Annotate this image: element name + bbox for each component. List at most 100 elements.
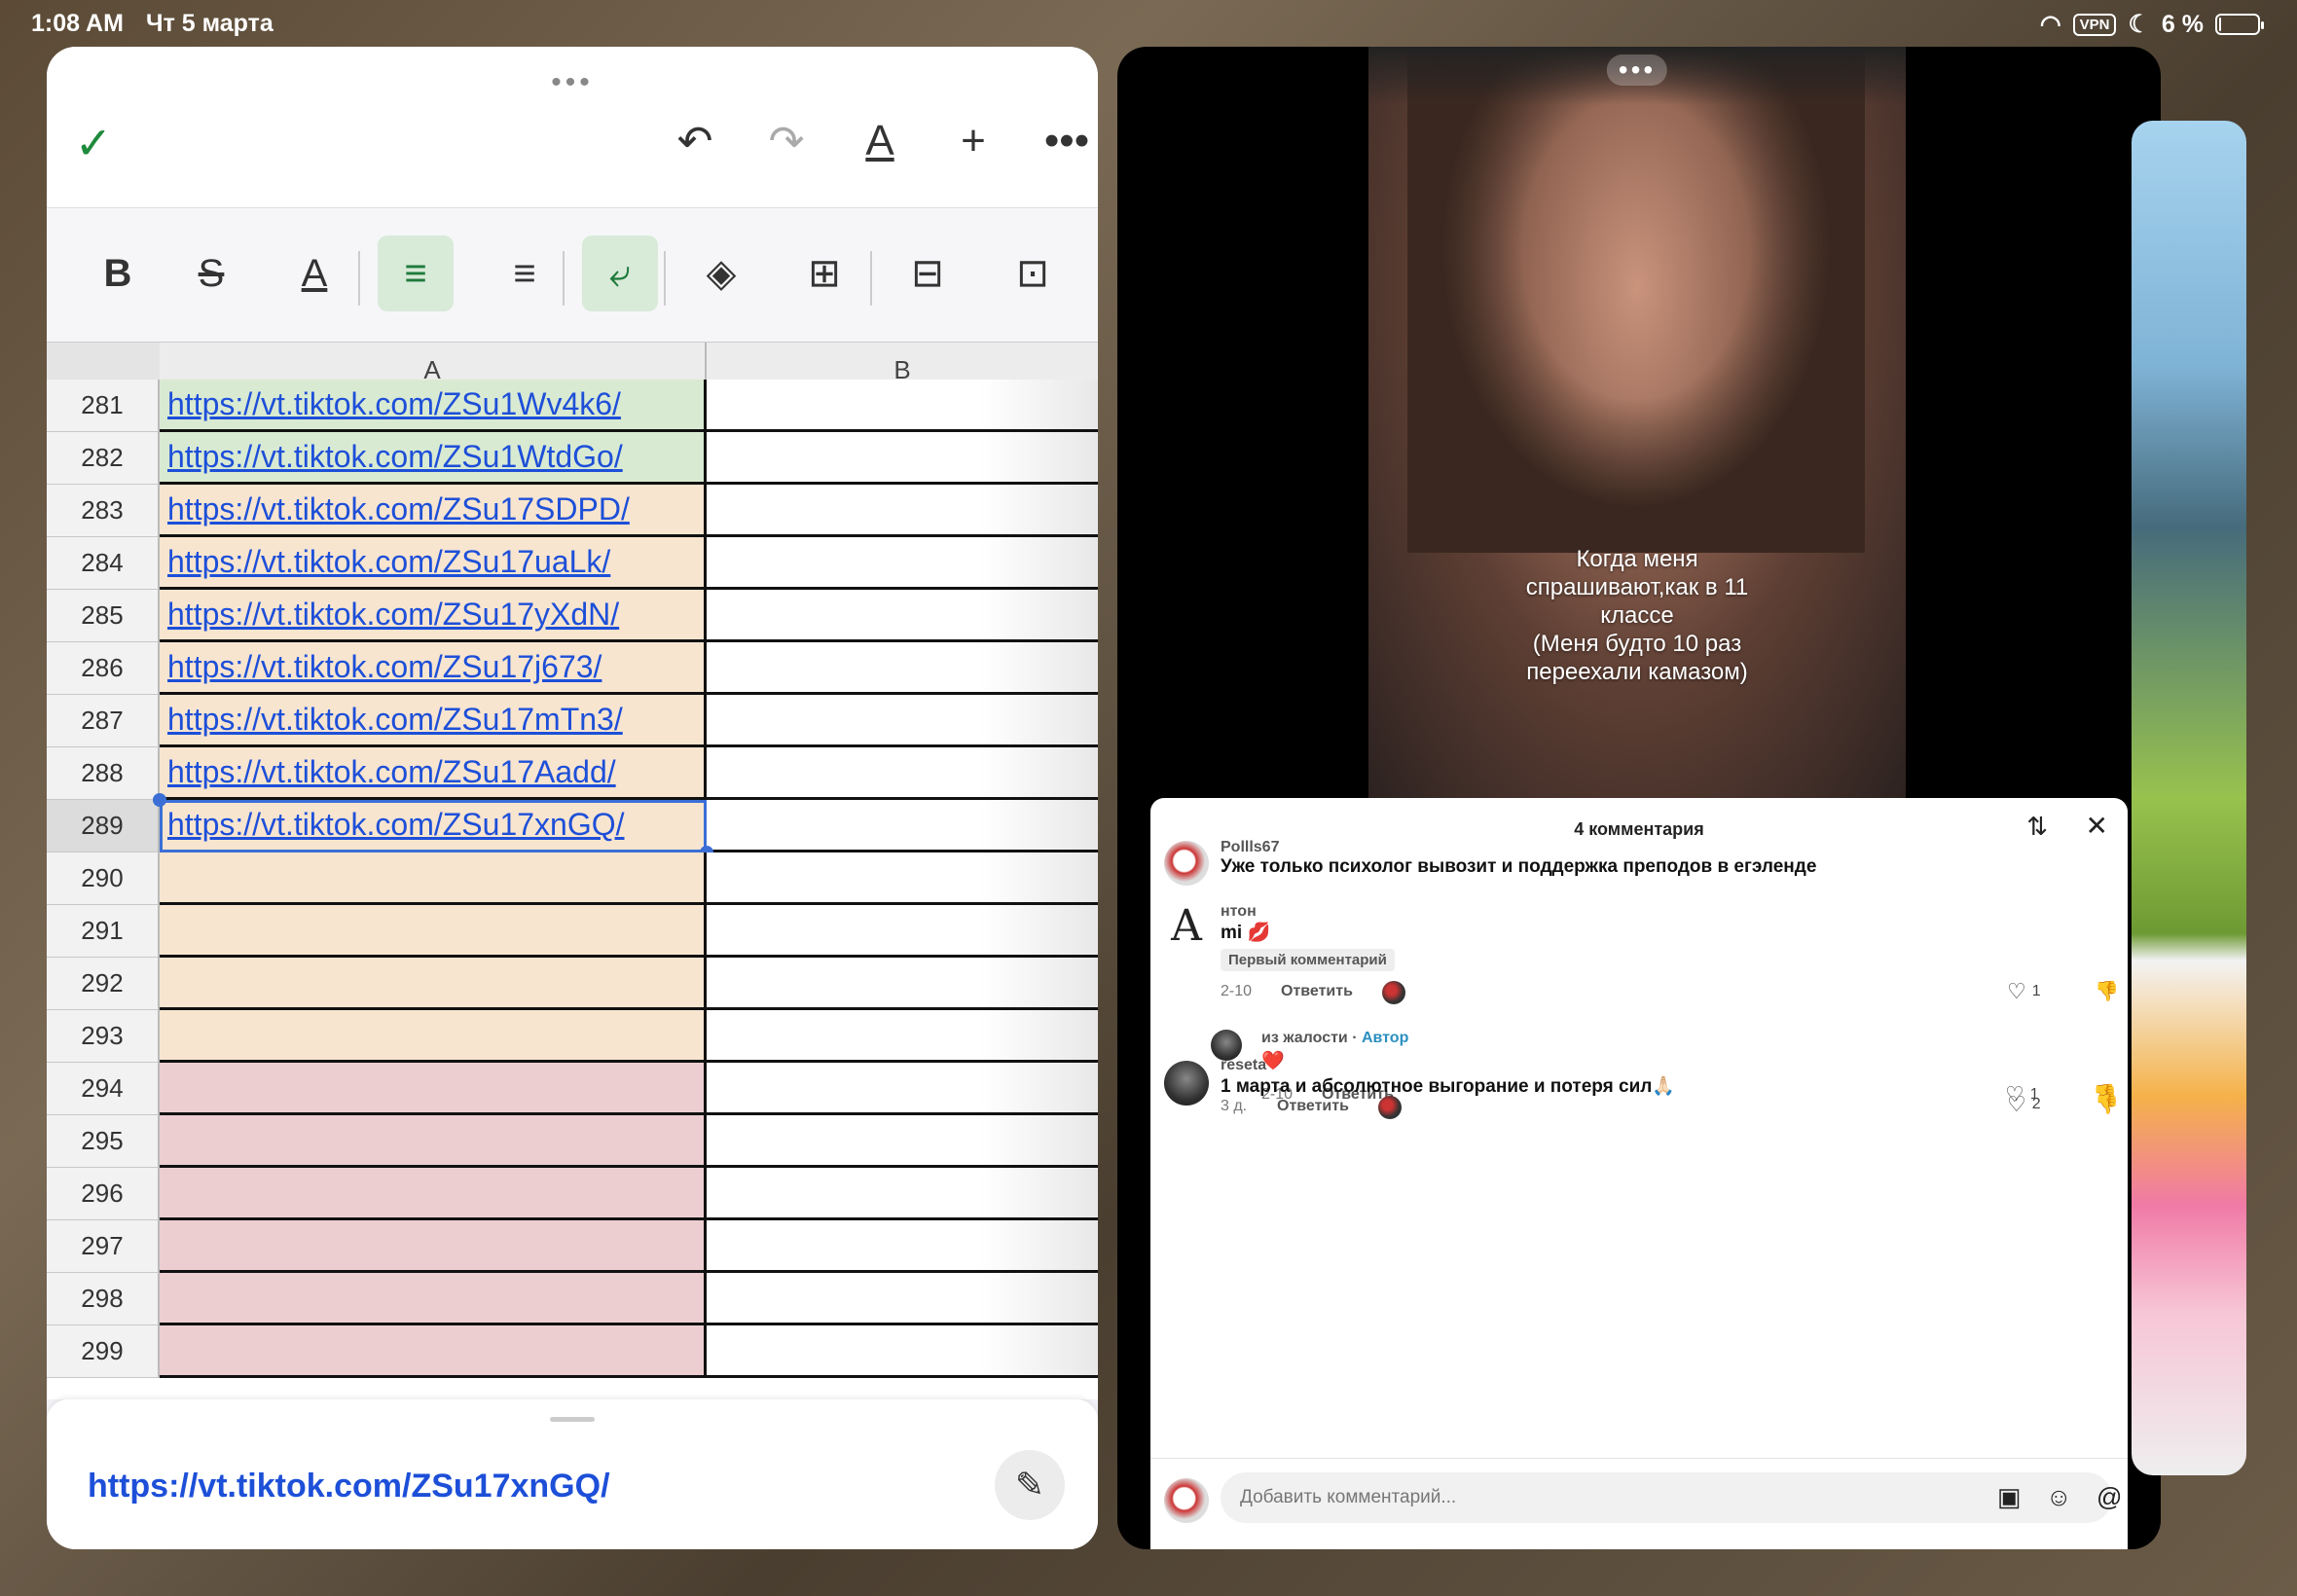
cell-b[interactable] [707, 1115, 1098, 1168]
cell-b[interactable] [707, 537, 1098, 590]
cell-link[interactable]: https://vt.tiktok.com/ZSu1WtdGo/ [167, 439, 623, 474]
cell-link[interactable]: https://vt.tiktok.com/ZSu1Wv4k6/ [167, 386, 621, 421]
cell-link[interactable]: https://vt.tiktok.com/ZSu17uaLk/ [167, 544, 610, 579]
cell-b[interactable] [707, 485, 1098, 537]
cell-b[interactable] [707, 1273, 1098, 1325]
add-icon[interactable]: + [944, 117, 1003, 165]
cell-a[interactable] [160, 1325, 707, 1378]
strikethrough-icon[interactable]: S [173, 236, 249, 311]
reply-button[interactable]: Ответить [1281, 983, 1353, 1000]
row-number[interactable]: 282 [47, 432, 160, 485]
background-app-preview[interactable] [2132, 121, 2246, 1475]
cell-b[interactable] [707, 852, 1098, 905]
more-icon[interactable]: ••• [1038, 117, 1096, 165]
row-number[interactable]: 287 [47, 695, 160, 747]
cell-b[interactable] [707, 432, 1098, 485]
cell-a[interactable]: https://vt.tiktok.com/ZSu17xnGQ/ [160, 800, 707, 852]
cell-b[interactable] [707, 800, 1098, 852]
insert-column-icon[interactable]: ⊡ [995, 236, 1071, 311]
comment-user[interactable]: Pollls67 [1221, 839, 1279, 856]
cell-b[interactable] [707, 695, 1098, 747]
row-number[interactable]: 298 [47, 1273, 160, 1325]
row-number[interactable]: 297 [47, 1220, 160, 1273]
emoji-icon[interactable]: ☺ [2046, 1482, 2072, 1512]
cell-a[interactable]: https://vt.tiktok.com/ZSu17j673/ [160, 642, 707, 695]
selection-handle[interactable] [153, 793, 166, 807]
cell-b[interactable] [707, 1010, 1098, 1063]
panel-handle[interactable] [550, 1417, 595, 1422]
bold-icon[interactable]: B [80, 236, 156, 311]
comment-user[interactable]: reseta [1221, 1057, 1266, 1074]
video-player[interactable]: ••• Когда меня спрашивают,как в 11 класс… [1368, 47, 1906, 798]
avatar[interactable] [1164, 841, 1209, 886]
cell-link[interactable]: https://vt.tiktok.com/ZSu17xnGQ/ [167, 807, 625, 842]
row-number[interactable]: 291 [47, 905, 160, 958]
row-number[interactable]: 294 [47, 1063, 160, 1115]
cell-a[interactable] [160, 905, 707, 958]
avatar[interactable]: A [1164, 901, 1209, 951]
cell-a[interactable] [160, 1010, 707, 1063]
insert-row-icon[interactable]: ⊟ [890, 236, 966, 311]
cell-b[interactable] [707, 958, 1098, 1010]
row-number[interactable]: 289 [47, 800, 160, 852]
sort-icon[interactable]: ⇅ [2026, 812, 2048, 842]
cell-b[interactable] [707, 1168, 1098, 1220]
edit-pencil-icon[interactable]: ✎ [995, 1450, 1065, 1520]
row-number[interactable]: 286 [47, 642, 160, 695]
like-button[interactable]: ♡ 2 [2007, 1092, 2041, 1117]
reply-button[interactable]: Ответить [1277, 1098, 1349, 1115]
cell-a[interactable] [160, 958, 707, 1010]
cell-a[interactable]: https://vt.tiktok.com/ZSu1Wv4k6/ [160, 380, 707, 432]
row-number[interactable]: 284 [47, 537, 160, 590]
comment-user[interactable]: из жалости · Автор [1261, 1030, 1408, 1047]
cell-b[interactable] [707, 590, 1098, 642]
row-number[interactable]: 299 [47, 1325, 160, 1378]
cell-b[interactable] [707, 1220, 1098, 1273]
row-number[interactable]: 283 [47, 485, 160, 537]
cell-a[interactable] [160, 852, 707, 905]
cell-a[interactable]: https://vt.tiktok.com/ZSu1WtdGo/ [160, 432, 707, 485]
image-icon[interactable]: ▣ [1997, 1482, 2022, 1512]
cell-b[interactable] [707, 747, 1098, 800]
dislike-icon[interactable]: 👎 [2095, 1092, 2119, 1116]
cell-a[interactable]: https://vt.tiktok.com/ZSu17Aadd/ [160, 747, 707, 800]
cell-a[interactable]: https://vt.tiktok.com/ZSu17yXdN/ [160, 590, 707, 642]
comment-user[interactable]: нтон [1221, 903, 1257, 921]
row-number[interactable]: 295 [47, 1115, 160, 1168]
cell-link[interactable]: https://vt.tiktok.com/ZSu17Aadd/ [167, 754, 616, 789]
dislike-icon[interactable]: 👎 [2095, 979, 2119, 1003]
cell-link[interactable]: https://vt.tiktok.com/ZSu17yXdN/ [167, 597, 619, 632]
cell-b[interactable] [707, 1063, 1098, 1115]
cell-a[interactable]: https://vt.tiktok.com/ZSu17mTn3/ [160, 695, 707, 747]
cell-link[interactable]: https://vt.tiktok.com/ZSu17j673/ [167, 649, 602, 684]
cell-b[interactable] [707, 380, 1098, 432]
row-number[interactable]: 288 [47, 747, 160, 800]
row-number[interactable]: 292 [47, 958, 160, 1010]
cell-a[interactable] [160, 1063, 707, 1115]
borders-icon[interactable]: ⊞ [786, 236, 862, 311]
cell-a[interactable]: https://vt.tiktok.com/ZSu17SDPD/ [160, 485, 707, 537]
avatar[interactable] [1164, 1061, 1209, 1106]
mention-icon[interactable]: @ [2096, 1482, 2122, 1512]
avatar[interactable] [1164, 1478, 1209, 1523]
window-grabber-right[interactable]: ••• [1606, 54, 1668, 86]
row-number[interactable]: 290 [47, 852, 160, 905]
cell-b[interactable] [707, 1325, 1098, 1378]
text-color-icon[interactable]: A [276, 236, 352, 311]
text-format-icon[interactable]: A [851, 117, 909, 165]
wrap-text-icon[interactable]: ⤶ [582, 236, 658, 311]
cell-a[interactable] [160, 1273, 707, 1325]
cell-a[interactable] [160, 1168, 707, 1220]
like-button[interactable]: ♡ 1 [2007, 979, 2041, 1004]
row-number[interactable]: 293 [47, 1010, 160, 1063]
cell-a[interactable] [160, 1115, 707, 1168]
cell-value-link[interactable]: https://vt.tiktok.com/ZSu17xnGQ/ [88, 1468, 610, 1505]
cell-link[interactable]: https://vt.tiktok.com/ZSu17mTn3/ [167, 702, 623, 737]
window-grabber[interactable]: ••• [551, 66, 594, 99]
undo-icon[interactable]: ↶ [666, 117, 724, 166]
cell-a[interactable]: https://vt.tiktok.com/ZSu17uaLk/ [160, 537, 707, 590]
align-center-icon[interactable]: ≡ [487, 236, 563, 311]
align-left-icon[interactable]: ≡ [378, 236, 454, 311]
cell-link[interactable]: https://vt.tiktok.com/ZSu17SDPD/ [167, 491, 630, 526]
done-check-icon[interactable]: ✓ [64, 117, 123, 169]
